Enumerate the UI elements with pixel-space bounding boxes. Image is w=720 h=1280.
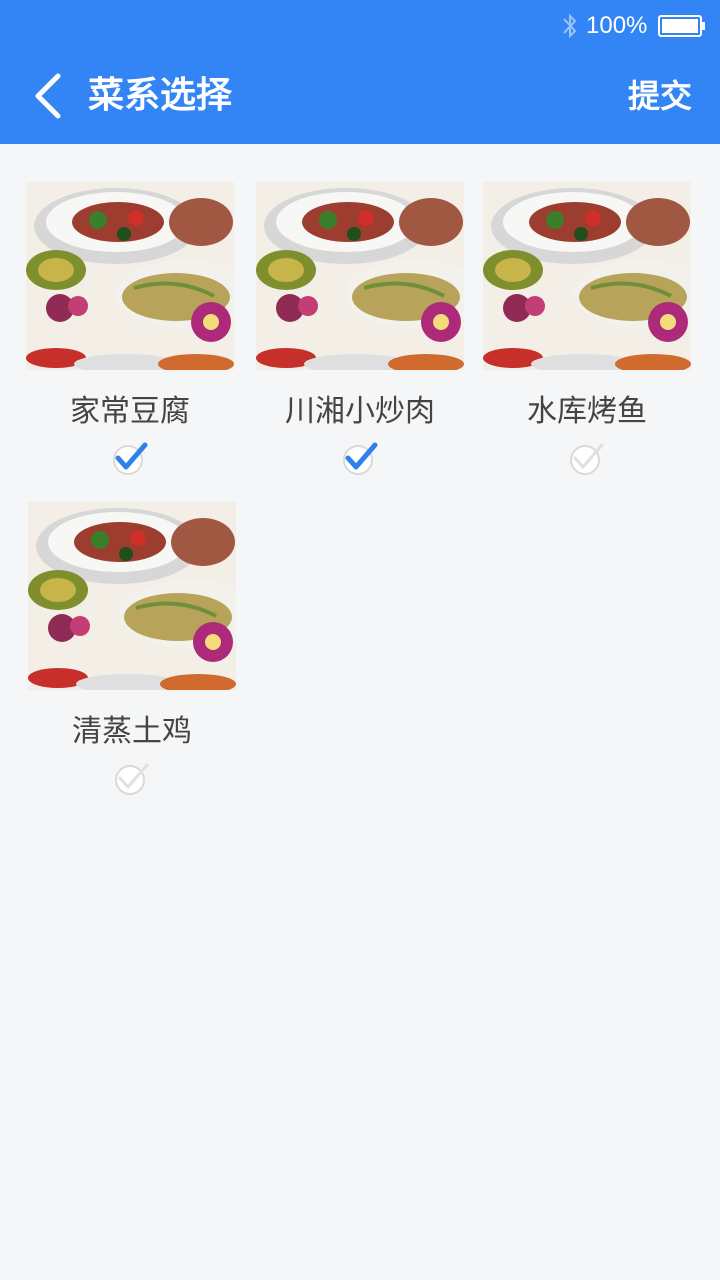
submit-button[interactable]: 提交 (628, 72, 692, 120)
top-bar: 100% 菜系选择 提交 (0, 0, 720, 144)
dish-image[interactable] (256, 182, 464, 370)
dish-card[interactable]: 清蒸土鸡 (28, 502, 238, 795)
checkmark-checked-icon[interactable] (342, 440, 378, 476)
dish-card[interactable]: 家常豆腐 (26, 182, 236, 475)
status-bar: 100% (0, 0, 720, 52)
dish-image[interactable] (26, 182, 234, 370)
dish-image[interactable] (28, 502, 236, 690)
dish-name: 清蒸土鸡 (72, 714, 192, 749)
battery-icon (658, 15, 705, 37)
checkmark-checked-icon[interactable] (112, 440, 148, 476)
checkmark-unchecked-icon[interactable] (569, 440, 605, 476)
chevron-left-icon[interactable] (28, 70, 68, 122)
nav-bar: 菜系选择 提交 (0, 52, 720, 144)
battery-percentage: 100% (586, 12, 648, 39)
dish-card[interactable]: 川湘小炒肉 (256, 182, 466, 475)
dish-image[interactable] (483, 182, 691, 370)
dish-name: 川湘小炒肉 (285, 394, 435, 429)
dish-card[interactable]: 水库烤鱼 (483, 182, 693, 475)
dish-name: 水库烤鱼 (527, 394, 647, 429)
page-title: 菜系选择 (88, 75, 233, 116)
bluetooth-icon (563, 13, 577, 39)
dish-name: 家常豆腐 (70, 394, 190, 429)
checkmark-unchecked-icon[interactable] (114, 760, 150, 796)
